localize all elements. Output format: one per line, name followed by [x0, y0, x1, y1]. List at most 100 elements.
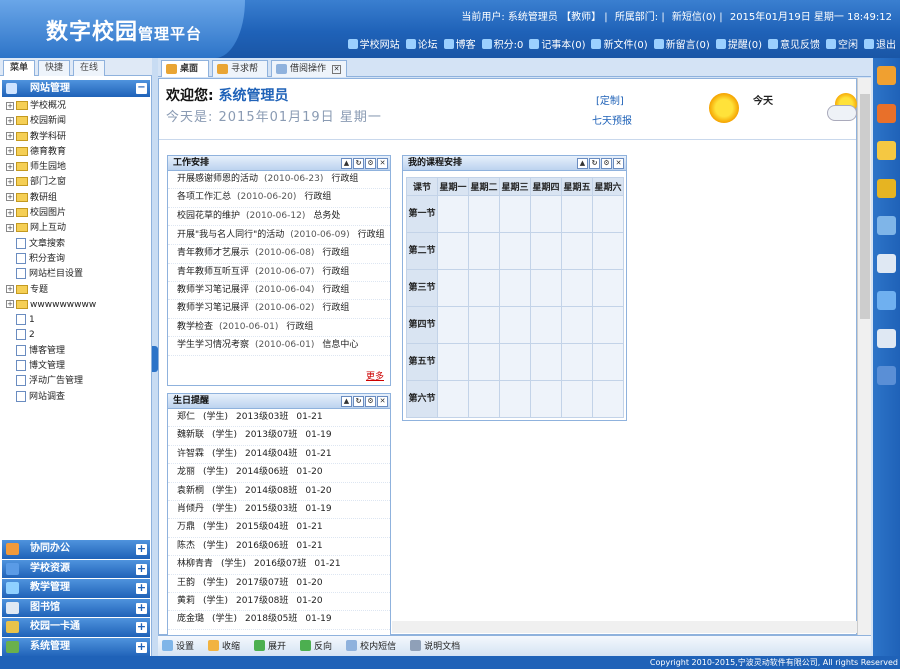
bottom-toolbar-item[interactable]: 校内短信	[346, 639, 396, 652]
collapse-minus-icon[interactable]: −	[136, 83, 147, 94]
schedule-cell[interactable]	[530, 232, 562, 270]
nav-tree-item[interactable]: + 校园新闻	[2, 114, 150, 129]
notebook-icon[interactable]	[877, 253, 896, 273]
expand-plus-icon[interactable]: +	[136, 582, 147, 595]
nav-tree-item[interactable]: + 德育教育	[2, 145, 150, 160]
schedule-cell[interactable]	[437, 380, 469, 418]
refresh-icon[interactable]: ↻	[353, 158, 364, 169]
schedule-cell[interactable]	[468, 343, 500, 381]
schedule-cell[interactable]	[437, 343, 469, 381]
expand-plus-icon[interactable]: +	[136, 641, 147, 653]
nav-header[interactable]: 网站管理 −	[2, 80, 150, 97]
eraser-icon[interactable]	[877, 103, 896, 123]
up-icon[interactable]: ▲	[341, 396, 352, 407]
nav-tree-item[interactable]: 博文管理	[2, 359, 150, 374]
toolbar-item[interactable]: 积分:0	[481, 36, 523, 51]
expand-plus-icon[interactable]: +	[6, 223, 14, 232]
expand-plus-icon[interactable]: +	[6, 300, 14, 309]
expand-plus-icon[interactable]: +	[136, 563, 147, 575]
nav-tree-item[interactable]: + 网上互动	[2, 221, 150, 236]
birthday-item[interactable]: 陈杰 (学生) 2016级06班 01-21	[168, 538, 390, 557]
expand-plus-icon[interactable]: +	[6, 147, 14, 156]
work-item[interactable]: 校园花草的维护 (2010-06-12) 总务处	[168, 208, 390, 227]
work-item[interactable]: 教师学习笔记展评 (2010-06-04) 行政组	[168, 282, 390, 301]
schedule-cell[interactable]	[437, 232, 469, 270]
schedule-cell[interactable]	[499, 380, 531, 418]
nav-section[interactable]: 协同办公 +	[2, 540, 150, 559]
nav-tree-item[interactable]: 网站栏目设置	[2, 267, 150, 282]
schedule-cell[interactable]	[530, 269, 562, 307]
tab-shortcut[interactable]: 快捷	[38, 60, 70, 76]
up-icon[interactable]: ▲	[341, 158, 352, 169]
customize-link[interactable]: [定制]	[596, 92, 624, 107]
schedule-cell[interactable]	[561, 232, 593, 270]
toolbar-item[interactable]: 意见反馈	[768, 36, 820, 51]
schedule-cell[interactable]	[530, 195, 562, 233]
nav-tree-item[interactable]: + 教研组	[2, 191, 150, 206]
schedule-cell[interactable]	[437, 306, 469, 344]
more-link[interactable]: 更多	[366, 369, 384, 382]
schedule-cell[interactable]	[592, 232, 624, 270]
nav-section[interactable]: 学校资源 +	[2, 559, 150, 579]
settings-gear-icon[interactable]	[877, 366, 896, 385]
birthday-item[interactable]: 庞金璐 (学生) 2018级05班 01-19	[168, 611, 390, 630]
toolbar-item[interactable]: 空闲	[826, 36, 858, 51]
close-icon[interactable]: ✕	[332, 65, 342, 74]
expand-plus-icon[interactable]: +	[6, 285, 14, 294]
nav-tree-item[interactable]: + 部门之窗	[2, 175, 150, 190]
schedule-cell[interactable]	[530, 306, 562, 344]
expand-plus-icon[interactable]: +	[6, 162, 14, 171]
schedule-cell[interactable]	[468, 195, 500, 233]
schedule-cell[interactable]	[499, 195, 531, 233]
schedule-cell[interactable]	[499, 306, 531, 344]
birthday-item[interactable]: 万鼎 (学生) 2015级04班 01-21	[168, 519, 390, 538]
nav-tree-item[interactable]: 积分查询	[2, 252, 150, 267]
nav-section[interactable]: 校园一卡通 +	[2, 618, 150, 637]
horizontal-scrollbar[interactable]	[392, 621, 857, 633]
expand-plus-icon[interactable]: +	[6, 177, 14, 186]
printer-icon[interactable]	[877, 328, 896, 348]
settings-icon[interactable]: ⚙	[365, 158, 376, 169]
birthday-item[interactable]: 袁新桐 (学生) 2014级08班 01-20	[168, 483, 390, 502]
toolbar-item[interactable]: 论坛	[405, 36, 438, 51]
schedule-cell[interactable]	[561, 306, 593, 344]
new-messages-link[interactable]: 新短信(0)	[672, 12, 716, 23]
refresh-icon[interactable]: ↻	[589, 158, 600, 169]
forecast-link[interactable]: 七天预报	[592, 112, 632, 127]
schedule-cell[interactable]	[468, 306, 500, 344]
download-icon[interactable]	[877, 291, 896, 310]
key-icon[interactable]	[877, 178, 896, 198]
up-icon[interactable]: ▲	[577, 158, 588, 169]
bottom-toolbar-item[interactable]: 反向	[300, 639, 332, 652]
work-item[interactable]: 教学检查 (2010-06-01) 行政组	[168, 319, 390, 338]
user-icon[interactable]	[877, 216, 896, 235]
scroll-thumb[interactable]	[860, 94, 870, 319]
close-icon[interactable]: ✕	[613, 158, 624, 169]
books-icon[interactable]	[877, 66, 896, 85]
schedule-cell[interactable]	[592, 306, 624, 344]
schedule-cell[interactable]	[468, 232, 500, 270]
nav-tree-item[interactable]: + 教学科研	[2, 130, 150, 145]
nav-tree-item[interactable]: 浮动广告管理	[2, 374, 150, 389]
toolbar-item[interactable]: 学校网站	[347, 36, 400, 51]
work-item[interactable]: 教师学习笔记展评 (2010-06-02) 行政组	[168, 300, 390, 319]
birthday-item[interactable]: 肖倾丹 (学生) 2015级03班 01-19	[168, 501, 390, 520]
schedule-cell[interactable]	[592, 195, 624, 233]
birthday-item[interactable]: 郑仁 (学生) 2013级03班 01-21	[168, 409, 390, 428]
nav-tree-item[interactable]: + 校园图片	[2, 206, 150, 221]
bottom-toolbar-item[interactable]: 设置	[162, 639, 194, 652]
schedule-cell[interactable]	[468, 269, 500, 307]
work-item[interactable]: 各项工作汇总 (2010-06-20) 行政组	[168, 189, 390, 208]
nav-tree-item[interactable]: 网站调查	[2, 390, 150, 405]
expand-plus-icon[interactable]: +	[6, 132, 14, 141]
birthday-item[interactable]: 许智霖 (学生) 2014级04班 01-21	[168, 446, 390, 465]
work-item[interactable]: 开展"我与名人同行"的活动 (2010-06-09) 行政组	[168, 226, 390, 246]
birthday-item[interactable]: 魏新联 (学生) 2013级07班 01-19	[168, 427, 390, 446]
expand-plus-icon[interactable]: +	[6, 101, 14, 110]
tab-help[interactable]: 寻求帮	[212, 60, 268, 77]
settings-icon[interactable]: ⚙	[601, 158, 612, 169]
vertical-scrollbar[interactable]	[857, 78, 871, 635]
nav-section[interactable]: 系统管理 +	[2, 637, 150, 657]
bottom-toolbar-item[interactable]: 展开	[254, 639, 286, 652]
birthday-item[interactable]: 龙丽 (学生) 2014级06班 01-20	[168, 464, 390, 483]
